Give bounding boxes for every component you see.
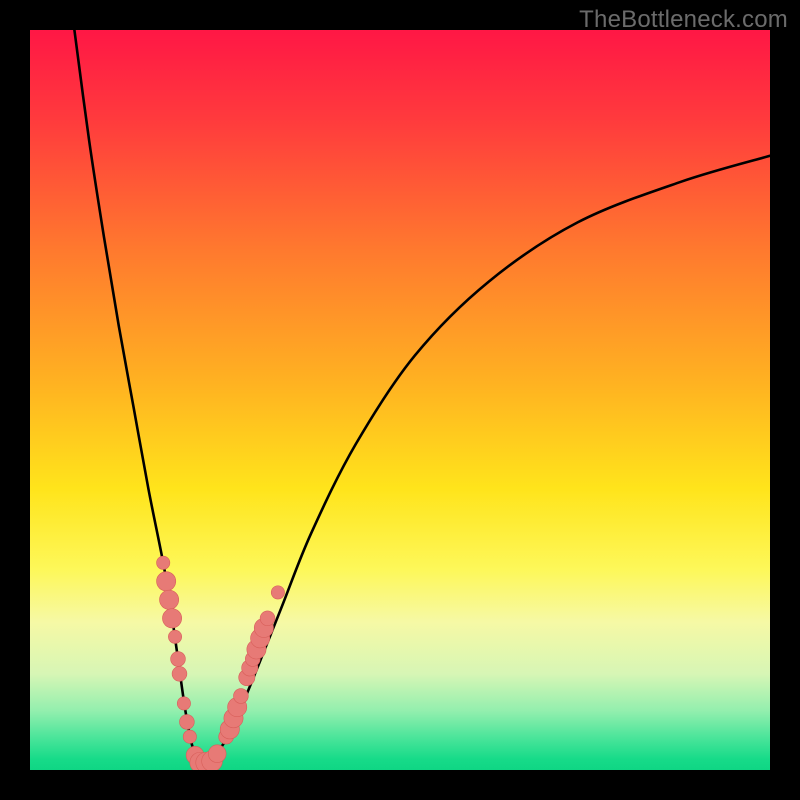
- data-marker: [172, 666, 187, 681]
- data-marker: [162, 609, 181, 628]
- data-marker: [179, 715, 194, 730]
- gradient-background: [30, 30, 770, 770]
- plot-area: [30, 30, 770, 770]
- data-marker: [168, 630, 181, 643]
- plot-svg: [30, 30, 770, 770]
- data-marker: [157, 572, 176, 591]
- data-marker: [157, 556, 170, 569]
- data-marker: [260, 611, 275, 626]
- data-marker: [271, 586, 284, 599]
- data-marker: [160, 590, 179, 609]
- data-marker: [171, 652, 186, 667]
- chart-frame: TheBottleneck.com: [0, 0, 800, 800]
- data-marker: [183, 730, 196, 743]
- data-marker: [177, 697, 190, 710]
- data-marker: [208, 745, 226, 763]
- data-marker: [234, 689, 249, 704]
